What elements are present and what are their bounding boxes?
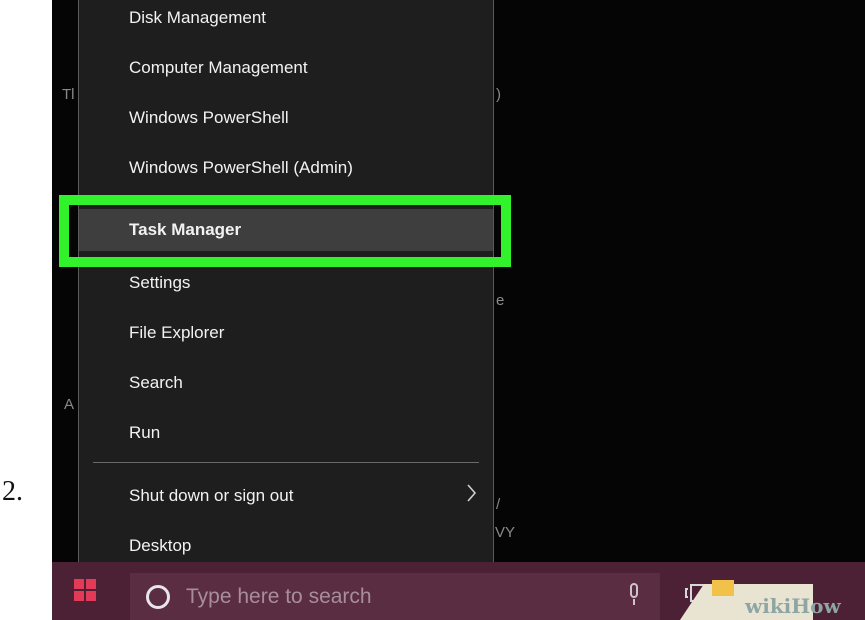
- chevron-right-icon: [467, 483, 477, 509]
- search-circle-icon: [146, 584, 170, 609]
- power-user-menu: Disk Management Computer Management Wind…: [78, 0, 494, 582]
- menu-item-computer-management[interactable]: Computer Management: [79, 46, 493, 90]
- menu-item-label: Settings: [129, 273, 191, 292]
- menu-item-label: Computer Management: [129, 58, 308, 77]
- background-text-fragment: Tl: [62, 86, 75, 103]
- menu-item-label: Run: [129, 423, 161, 442]
- menu-item-label: Search: [129, 373, 183, 392]
- menu-item-label: Windows PowerShell: [129, 108, 289, 127]
- search-placeholder: Type here to search: [186, 584, 372, 608]
- folder-icon[interactable]: [712, 580, 734, 596]
- menu-item-label: Windows PowerShell (Admin): [129, 158, 353, 177]
- background-text-fragment: /: [496, 496, 501, 513]
- menu-item-shut-down-or-sign-out[interactable]: Shut down or sign out: [79, 474, 493, 518]
- menu-item-windows-powershell[interactable]: Windows PowerShell: [79, 96, 493, 140]
- wikihow-watermark-text: wikiHow: [745, 594, 841, 618]
- microphone-icon[interactable]: [628, 583, 640, 607]
- menu-item-label: Disk Management: [129, 8, 267, 27]
- task-manager-highlight: [59, 195, 511, 267]
- step-number: 2.: [2, 476, 23, 507]
- taskbar-search-box[interactable]: Type here to search: [130, 573, 660, 620]
- menu-item-disk-management[interactable]: Disk Management: [79, 0, 493, 40]
- windows-start-icon[interactable]: [74, 579, 96, 601]
- menu-item-label: Desktop: [129, 536, 192, 555]
- desktop-screen: Tl ) e A / VY Disk Management Computer M…: [52, 0, 865, 620]
- menu-item-label: Shut down or sign out: [129, 486, 294, 505]
- menu-item-settings[interactable]: Settings: [79, 261, 493, 305]
- background-text-fragment: A: [64, 396, 75, 413]
- background-text-fragment: ): [496, 86, 501, 103]
- menu-separator: [93, 462, 479, 463]
- menu-item-label: File Explorer: [129, 323, 225, 342]
- menu-item-windows-powershell-admin[interactable]: Windows PowerShell (Admin): [79, 146, 493, 190]
- background-text-fragment: VY: [495, 524, 516, 541]
- background-text-fragment: e: [496, 292, 505, 309]
- menu-item-run[interactable]: Run: [79, 411, 493, 455]
- menu-item-search[interactable]: Search: [79, 361, 493, 405]
- menu-item-file-explorer[interactable]: File Explorer: [79, 311, 493, 355]
